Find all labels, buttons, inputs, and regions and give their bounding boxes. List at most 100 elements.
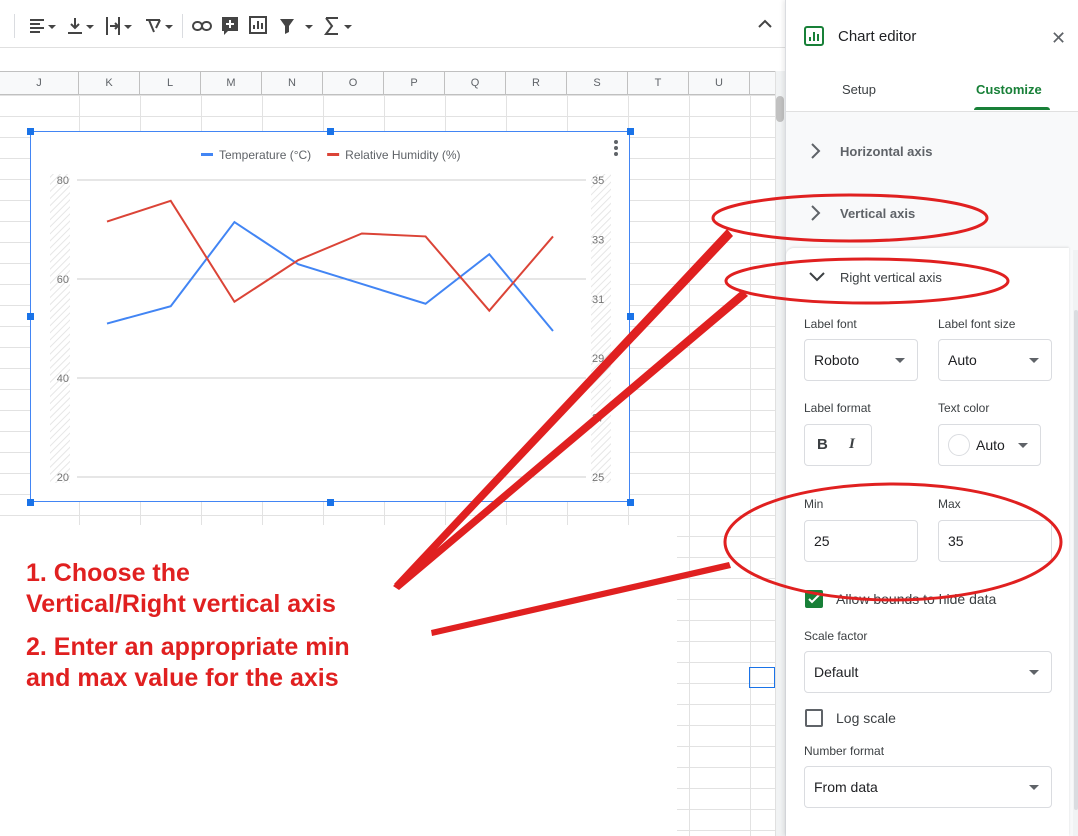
dropdown-arrow-icon	[1029, 785, 1039, 790]
chart-menu-icon	[614, 152, 618, 156]
bold-button[interactable]: B	[817, 436, 828, 453]
tab-setup[interactable]: Setup	[842, 82, 876, 97]
sigma-icon[interactable]	[323, 14, 355, 38]
right-tick-label: 31	[592, 294, 604, 306]
right-tick-label: 35	[592, 175, 604, 187]
scale-factor-dropdown[interactable]: Default	[804, 651, 1052, 693]
chart-canvas: 80 60 40 20 35 33 31 29 27 25 Temperature (°C) Rela…	[50, 140, 618, 484]
selected-cell[interactable]	[749, 667, 775, 688]
close-icon[interactable]: ✕	[1051, 29, 1066, 47]
chart[interactable]: 80 60 40 20 35 33 31 29 27 25 Temperature (°C) Rela…	[30, 131, 630, 502]
annotation-step1-line1: 1. Choose the	[26, 559, 190, 587]
resize-handle[interactable]	[327, 499, 334, 506]
annotation-step2-line1: 2. Enter an appropriate min	[26, 633, 350, 661]
number-format-label: Number format	[804, 744, 885, 758]
column-U[interactable]: U	[689, 72, 750, 94]
label-font-dropdown[interactable]: Roboto	[804, 339, 918, 381]
chevron-down-icon	[808, 270, 826, 289]
column-Q[interactable]: Q	[445, 72, 506, 94]
legend-swatch	[201, 153, 213, 156]
max-input[interactable]: 35	[938, 520, 1052, 562]
toolbar-divider	[14, 14, 15, 38]
number-format-dropdown[interactable]: From data	[804, 766, 1052, 808]
label-font-size-dropdown[interactable]: Auto	[938, 339, 1052, 381]
column-M[interactable]: M	[201, 72, 262, 94]
column-K[interactable]: K	[79, 72, 140, 94]
log-scale-checkbox[interactable]	[805, 709, 823, 727]
editor-title: Chart editor	[838, 28, 917, 45]
allow-bounds-checkbox[interactable]	[805, 590, 823, 608]
comment-icon[interactable]	[220, 14, 242, 38]
min-label: Min	[804, 497, 824, 511]
max-label: Max	[938, 497, 961, 511]
resize-handle[interactable]	[327, 128, 334, 135]
resize-handle[interactable]	[627, 128, 634, 135]
tab-customize[interactable]: Customize	[976, 82, 1042, 97]
sheet-scrollbar[interactable]	[775, 71, 785, 836]
right-axis-band	[591, 174, 611, 483]
resize-handle[interactable]	[27, 499, 34, 506]
text-color-dropdown[interactable]: Auto	[938, 424, 1041, 466]
series-line	[106, 220, 554, 332]
left-tick-label: 60	[57, 274, 69, 286]
text-wrap-icon[interactable]	[104, 14, 134, 38]
label-format-group: B I	[804, 424, 872, 466]
editor-header: Chart editor ✕	[786, 0, 1078, 66]
chart-menu-icon	[614, 140, 618, 144]
collapse-toolbar-icon[interactable]	[756, 16, 774, 35]
max-value: 35	[948, 533, 964, 549]
editor-tabs: Setup Customize	[786, 66, 1078, 112]
dropdown-value: Auto	[948, 352, 977, 368]
link-icon[interactable]	[191, 14, 213, 38]
dropdown-value: Roboto	[814, 352, 860, 368]
section-right-vertical-axis[interactable]: Right vertical axis	[786, 248, 1069, 308]
chart-menu-icon	[614, 146, 618, 150]
sheet-scrollbar-thumb[interactable]	[776, 96, 784, 122]
section-label: Vertical axis	[840, 206, 916, 221]
chevron-right-icon	[808, 142, 822, 165]
column-S[interactable]: S	[567, 72, 628, 94]
valign-bottom-icon[interactable]	[66, 14, 96, 38]
dropdown-arrow-icon	[1018, 443, 1028, 448]
resize-handle[interactable]	[627, 313, 634, 320]
min-input[interactable]: 25	[804, 520, 918, 562]
left-tick-label: 40	[57, 373, 69, 385]
column-T[interactable]: T	[628, 72, 689, 94]
column-header: J K L M N O P Q R S T U	[0, 71, 775, 95]
column-J[interactable]: J	[0, 72, 79, 94]
label-format-label: Label format	[804, 401, 871, 415]
section-label: Right vertical axis	[840, 270, 942, 285]
log-scale-label[interactable]: Log scale	[836, 710, 896, 726]
chart-editor-panel: Chart editor ✕ Setup Customize Horizonta…	[785, 0, 1078, 836]
allow-bounds-label[interactable]: Allow bounds to hide data	[836, 591, 996, 607]
column-P[interactable]: P	[384, 72, 445, 94]
filter-icon[interactable]	[277, 14, 317, 38]
section-horizontal-axis[interactable]: Horizontal axis	[786, 122, 1069, 182]
section-vertical-axis[interactable]: Vertical axis	[786, 184, 1069, 244]
right-tick-label: 27	[592, 413, 604, 425]
resize-handle[interactable]	[27, 313, 34, 320]
dropdown-value: From data	[814, 779, 878, 795]
column-N[interactable]: N	[262, 72, 323, 94]
legend-label: Relative Humidity (%)	[345, 148, 460, 162]
dropdown-arrow-icon	[1029, 670, 1039, 675]
dropdown-arrow-icon	[895, 358, 905, 363]
left-tick-label: 80	[57, 175, 69, 187]
check-icon	[808, 594, 820, 604]
column-O[interactable]: O	[323, 72, 384, 94]
section-label: Horizontal axis	[840, 144, 933, 159]
label-font-size-label: Label font size	[938, 317, 1016, 331]
legend-swatch	[327, 153, 340, 156]
text-rotate-icon[interactable]	[143, 14, 175, 38]
align-left-icon[interactable]	[28, 14, 58, 38]
chart-editor-icon	[804, 26, 824, 51]
editor-scrollbar-thumb[interactable]	[1074, 310, 1078, 810]
grid-line	[689, 95, 690, 836]
chart-icon[interactable]	[248, 14, 270, 38]
italic-button[interactable]: I	[849, 436, 855, 453]
resize-handle[interactable]	[27, 128, 34, 135]
label-font-label: Label font	[804, 317, 857, 331]
column-L[interactable]: L	[140, 72, 201, 94]
resize-handle[interactable]	[627, 499, 634, 506]
column-R[interactable]: R	[506, 72, 567, 94]
